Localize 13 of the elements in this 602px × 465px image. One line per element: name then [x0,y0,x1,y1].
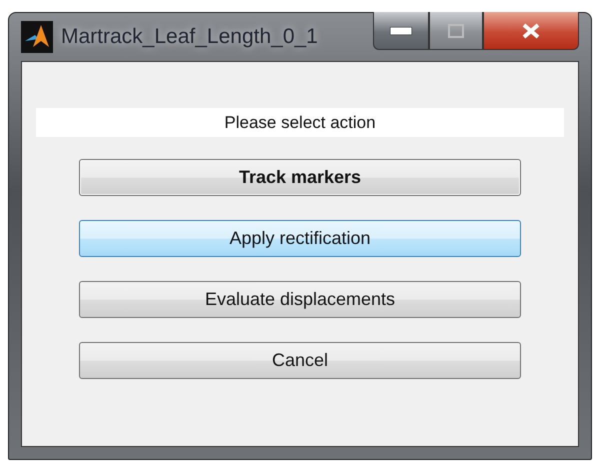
window-title: Martrack_Leaf_Length_0_1 [61,25,319,49]
prompt-label: Please select action [36,108,564,137]
action-button[interactable]: Cancel [79,342,521,379]
close-button[interactable] [483,12,579,50]
maximize-button[interactable] [429,12,483,50]
action-button[interactable]: Evaluate displacements [79,281,521,318]
app-icon [21,21,53,53]
action-button[interactable]: Apply rectification [79,220,521,257]
close-icon [521,22,541,38]
maximize-icon [448,24,464,38]
minimize-button[interactable] [373,12,429,50]
minimize-icon [390,26,412,34]
action-button[interactable]: Track markers [79,159,521,196]
